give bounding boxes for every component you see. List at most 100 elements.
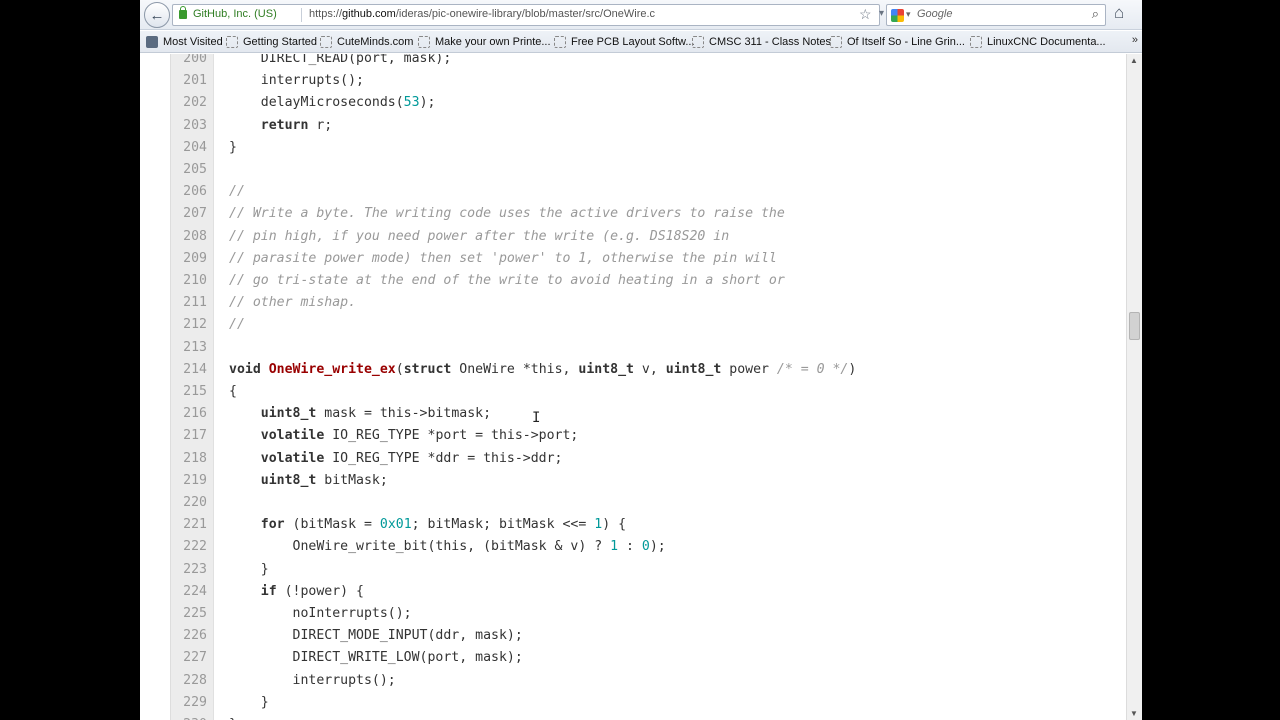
site-identity[interactable]: GitHub, Inc. (US) bbox=[193, 8, 277, 20]
bookmark-label: Make your own Printe... bbox=[435, 36, 551, 48]
line-number[interactable]: 213 bbox=[171, 337, 207, 359]
line-number[interactable]: 226 bbox=[171, 625, 207, 647]
line-number[interactable]: 227 bbox=[171, 647, 207, 669]
line-number[interactable]: 212 bbox=[171, 314, 207, 336]
line-number[interactable]: 209 bbox=[171, 248, 207, 270]
code-line: 215 { bbox=[140, 381, 1096, 403]
line-number[interactable]: 211 bbox=[171, 292, 207, 314]
line-number[interactable]: 222 bbox=[171, 536, 207, 558]
code-line: 226 DIRECT_MODE_INPUT(ddr, mask); bbox=[140, 625, 1096, 647]
line-number[interactable]: 219 bbox=[171, 470, 207, 492]
line-number[interactable]: 203 bbox=[171, 115, 207, 137]
code-line: 200 DIRECT_READ(port, mask); bbox=[140, 54, 1096, 70]
bookmark-most-visited[interactable]: Most Visited bbox=[146, 34, 223, 50]
bookmark-folder-icon bbox=[146, 36, 158, 48]
line-number[interactable]: 202 bbox=[171, 92, 207, 114]
code-text: for (bitMask = 0x01; bitMask; bitMask <<… bbox=[260, 517, 627, 533]
line-number[interactable]: 216 bbox=[171, 403, 207, 425]
code-line: 206 // bbox=[140, 181, 1096, 203]
code-text: // go tri-state at the end of the write … bbox=[229, 273, 785, 288]
code-line: 201 interrupts(); bbox=[140, 70, 1096, 92]
google-icon[interactable] bbox=[891, 9, 904, 22]
code-line: 228 interrupts(); bbox=[140, 670, 1096, 692]
line-number[interactable]: 224 bbox=[171, 581, 207, 603]
search-input[interactable]: Google bbox=[917, 8, 952, 20]
bookmarks-overflow-icon[interactable]: » bbox=[1132, 34, 1138, 46]
code-line: 209 // parasite power mode) then set 'pow… bbox=[140, 248, 1096, 270]
code-text: interrupts(); bbox=[229, 73, 364, 89]
code-line: 223 } bbox=[140, 559, 1096, 581]
line-number[interactable]: 200 bbox=[171, 54, 207, 70]
home-icon[interactable]: ⌂ bbox=[1114, 3, 1124, 23]
line-number[interactable]: 217 bbox=[171, 425, 207, 447]
line-number[interactable]: 218 bbox=[171, 448, 207, 470]
code-line: 204} bbox=[140, 137, 1096, 159]
scroll-up-icon[interactable]: ▲ bbox=[1130, 56, 1138, 65]
code-text: OneWire_write_bit(this, (bitMask & v) ? … bbox=[229, 539, 666, 555]
code-line: 220 bbox=[140, 492, 1096, 514]
code-line: 222 OneWire_write_bit(this, (bitMask & v… bbox=[140, 536, 1096, 558]
line-number[interactable]: 225 bbox=[171, 603, 207, 625]
line-number[interactable]: 204 bbox=[171, 137, 207, 159]
line-number[interactable]: 229 bbox=[171, 692, 207, 714]
code-text: // Write a byte. The writing code uses t… bbox=[229, 206, 785, 222]
code-line: 211 // other mishap. bbox=[140, 292, 1096, 314]
search-icon[interactable]: ⌕ bbox=[1092, 6, 1099, 22]
line-number[interactable]: 206 bbox=[171, 181, 207, 203]
code-line: 230} bbox=[140, 714, 1096, 720]
code-line: 213 bbox=[140, 337, 1096, 359]
code-line: 221 for (bitMask = 0x01; bitMask; bitMas… bbox=[140, 514, 1096, 536]
line-number[interactable]: 201 bbox=[171, 70, 207, 92]
search-engine-dropdown-icon[interactable]: ▾ bbox=[906, 9, 911, 20]
code-line: 202 delayMicroseconds(53); bbox=[140, 92, 1096, 114]
code-line: 212 // bbox=[140, 314, 1096, 336]
bookmark-page-icon bbox=[418, 36, 430, 48]
navigation-toolbar: ← GitHub, Inc. (US) https://github.com/i… bbox=[140, 0, 1142, 30]
code-text: } bbox=[229, 694, 269, 710]
bookmark-cmsc-311[interactable]: CMSC 311 - Class Notes bbox=[692, 34, 831, 50]
bookmark-free-pcb[interactable]: Free PCB Layout Softw... bbox=[554, 34, 695, 50]
line-number[interactable]: 221 bbox=[171, 514, 207, 536]
url-scheme: https:// bbox=[309, 8, 343, 20]
line-number[interactable]: 220 bbox=[171, 492, 207, 514]
back-button[interactable]: ← bbox=[144, 2, 170, 28]
url-bar[interactable]: GitHub, Inc. (US) https://github.com/ide… bbox=[172, 4, 903, 26]
code-line: 207 // Write a byte. The writing code use… bbox=[140, 203, 1096, 225]
line-number[interactable]: 208 bbox=[171, 226, 207, 248]
vertical-scrollbar[interactable]: ▲ ▼ bbox=[1126, 54, 1142, 720]
code-line: 214 void OneWire_write_ex(struct OneWire … bbox=[140, 359, 1096, 381]
code-text: } bbox=[229, 139, 237, 155]
code-text: { bbox=[229, 384, 237, 399]
line-number[interactable]: 214 bbox=[171, 359, 207, 381]
code-line: 203 return r; bbox=[140, 115, 1096, 137]
line-number[interactable]: 228 bbox=[171, 670, 207, 692]
line-number[interactable]: 230 bbox=[171, 714, 207, 720]
bookmark-label: Getting Started bbox=[243, 36, 317, 48]
bookmark-of-itself-so[interactable]: Of Itself So - Line Grin... bbox=[830, 34, 965, 50]
bookmark-page-icon bbox=[226, 36, 238, 48]
url-path: /ideras/pic-onewire-library/blob/master/… bbox=[395, 8, 656, 20]
url-text[interactable]: https://github.com/ideras/pic-onewire-li… bbox=[309, 8, 655, 20]
line-number[interactable]: 215 bbox=[171, 381, 207, 403]
code-text: volatile IO_REG_TYPE *ddr = this->ddr; bbox=[260, 450, 563, 466]
line-number[interactable]: 205 bbox=[171, 159, 207, 181]
code-text: uint8_t mask = this->bitmask; bbox=[260, 406, 492, 422]
bookmark-label: Free PCB Layout Softw... bbox=[571, 36, 695, 48]
line-number[interactable]: 207 bbox=[171, 203, 207, 225]
text-cursor-icon: I bbox=[532, 410, 541, 426]
code-text: // pin high, if you need power after the… bbox=[229, 228, 730, 244]
bookmark-cuteminds[interactable]: CuteMinds.com bbox=[320, 34, 413, 50]
code-text: DIRECT_WRITE_LOW(port, mask); bbox=[229, 650, 523, 666]
bookmark-linuxcnc[interactable]: LinuxCNC Documenta... bbox=[970, 34, 1106, 50]
line-number[interactable]: 223 bbox=[171, 559, 207, 581]
scroll-down-icon[interactable]: ▼ bbox=[1130, 709, 1138, 718]
line-number[interactable]: 210 bbox=[171, 270, 207, 292]
bookmark-star-icon[interactable]: ☆ bbox=[859, 6, 872, 23]
url-history-dropdown-icon[interactable]: ▾ bbox=[879, 8, 884, 19]
code-text: delayMicroseconds(53); bbox=[229, 95, 436, 111]
bookmark-getting-started[interactable]: Getting Started bbox=[226, 34, 317, 50]
bookmarks-toolbar: Most Visited Getting Started CuteMinds.c… bbox=[140, 31, 1142, 53]
search-bar[interactable]: ▾ Google ⌕ bbox=[886, 4, 1106, 26]
scrollbar-thumb[interactable] bbox=[1129, 312, 1140, 340]
bookmark-make-printer[interactable]: Make your own Printe... bbox=[418, 34, 551, 50]
